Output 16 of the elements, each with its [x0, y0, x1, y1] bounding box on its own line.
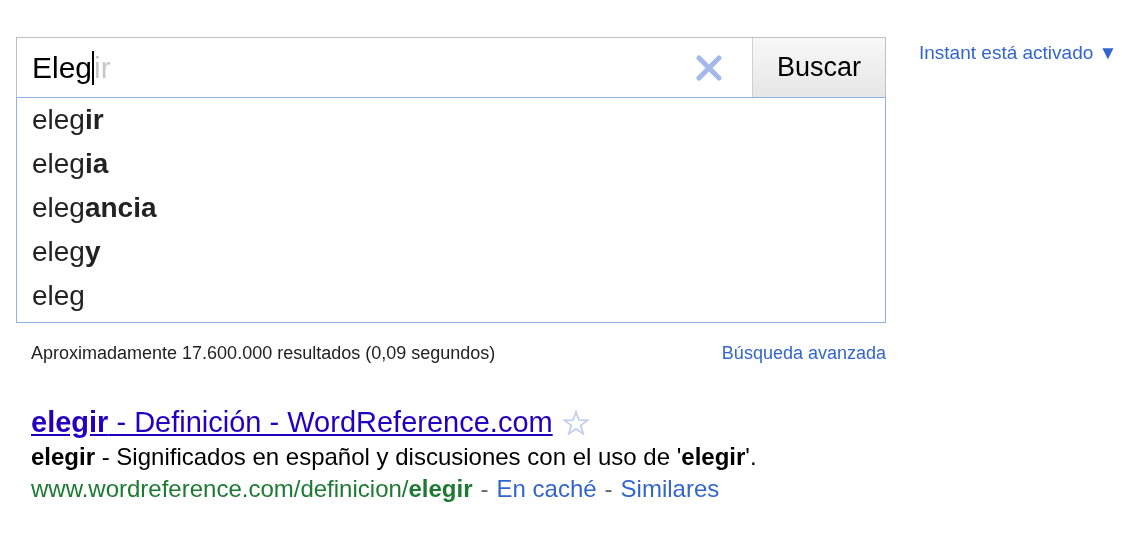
suggestion-item[interactable]: elegir [17, 98, 885, 142]
result-stats: Aproximadamente 17.600.000 resultados (0,09 segundos) [31, 343, 496, 364]
suggestion-item[interactable]: eleg [17, 274, 885, 318]
instant-link[interactable]: Instant está activado ▼ [919, 42, 1118, 64]
suggestion-item[interactable]: elegy [17, 230, 885, 274]
result-url: www.wordreference.com/definicion/elegir [31, 475, 473, 503]
result-title-link[interactable]: elegir - Definición - WordReference.com [31, 406, 553, 439]
result-snippet: elegir - Significados en español y discusiones con el uso de 'elegir'. [31, 443, 758, 471]
result-link[interactable]: En caché [496, 475, 597, 503]
separator: - [480, 475, 489, 503]
result-link[interactable]: Similares [620, 475, 720, 503]
suggestion-item[interactable]: elegia [17, 142, 885, 186]
suggestion-item[interactable]: elegancia [17, 186, 885, 230]
advanced-search-link[interactable]: Búsqueda avanzada [721, 343, 886, 364]
star-icon[interactable] [562, 409, 589, 436]
separator: - [604, 475, 613, 503]
